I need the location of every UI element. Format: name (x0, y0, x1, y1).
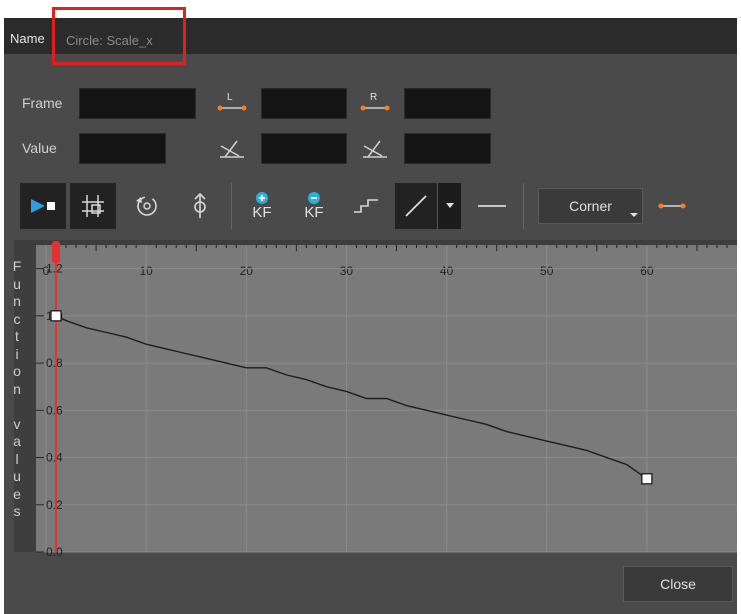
y-tick-label: 0.2 (46, 498, 63, 512)
playhead-marker (52, 241, 61, 263)
y-tick-label: 0.6 (46, 403, 63, 417)
keyframe-point (50, 310, 62, 322)
y-tick-label: 1.2 (46, 262, 63, 276)
keyframe-point (641, 473, 653, 485)
y-tick-label: 0.0 (46, 545, 63, 559)
close-label: Close (660, 576, 696, 592)
x-tick-label: 60 (640, 264, 654, 278)
close-button[interactable]: Close (623, 566, 733, 602)
y-tick-label: 0.8 (46, 356, 63, 370)
x-tick-label: 40 (440, 264, 454, 278)
x-tick-label: 30 (340, 264, 354, 278)
x-tick-label: 50 (540, 264, 554, 278)
y-tick-label: 0.4 (46, 451, 63, 465)
function-chart[interactable]: 010203040506071.21.00.80.60.40.20.0 (0, 0, 741, 614)
x-tick-label: 20 (240, 264, 254, 278)
x-tick-label: 10 (139, 264, 153, 278)
